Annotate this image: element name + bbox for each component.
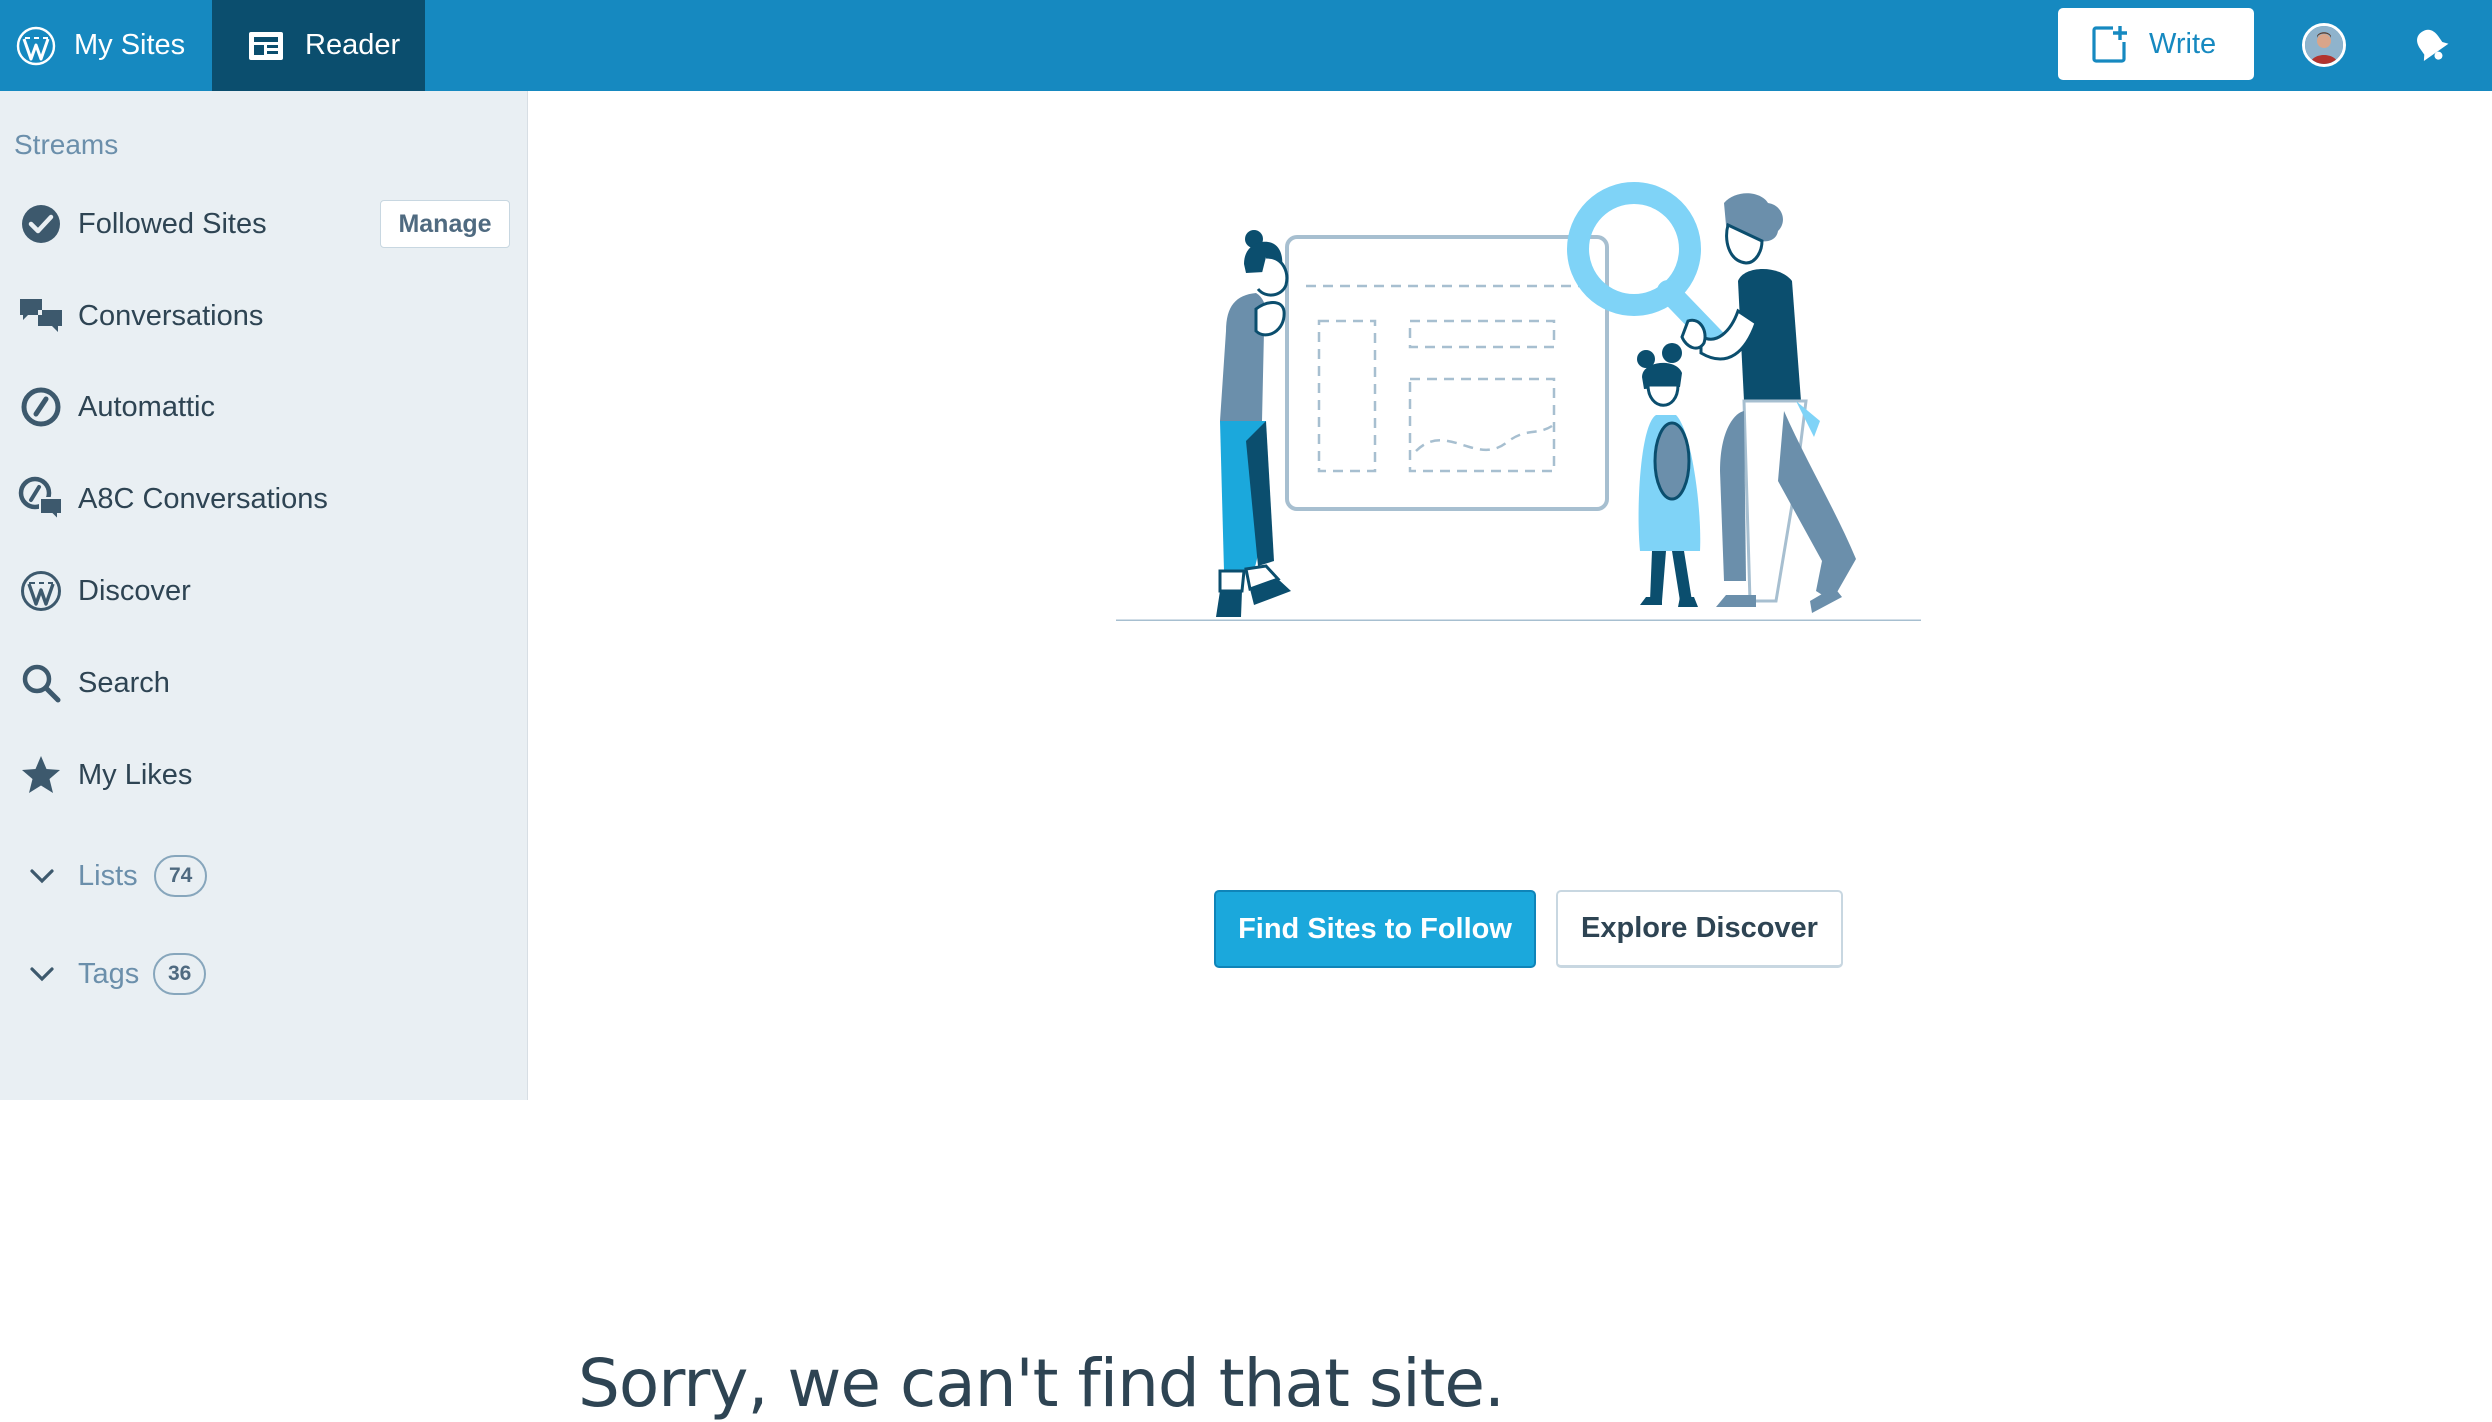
- manage-button[interactable]: Manage: [380, 200, 510, 248]
- find-sites-to-follow-button[interactable]: Find Sites to Follow: [1214, 890, 1536, 968]
- reader-icon: [249, 31, 283, 60]
- sidebar-item-label: Conversations: [78, 299, 264, 332]
- sidebar-item-my-likes[interactable]: My Likes: [0, 740, 528, 810]
- empty-state-illustration: [1116, 182, 1921, 621]
- sidebar-item-label: Discover: [78, 574, 191, 607]
- reader-button[interactable]: Reader: [212, 0, 425, 91]
- star-icon: [18, 752, 64, 798]
- sidebar-item-a8c-conversations[interactable]: A8C Conversations: [0, 464, 528, 534]
- tags-count-badge: 36: [153, 953, 207, 995]
- bell-icon[interactable]: [2410, 24, 2452, 66]
- sidebar: Streams Followed Sites Manage Conversati…: [0, 91, 528, 1100]
- chevron-down-icon: [30, 967, 54, 982]
- my-sites-label: My Sites: [74, 29, 186, 61]
- tags-label: Tags: [78, 957, 140, 990]
- wordpress-logo-icon: [16, 26, 56, 65]
- user-avatar[interactable]: [2302, 23, 2346, 67]
- a8c-chat-icon: [18, 476, 64, 522]
- sidebar-item-search[interactable]: Search: [0, 648, 528, 718]
- page-title: Sorry, we can't find that site.: [578, 1345, 1505, 1422]
- lists-count-badge: 74: [154, 855, 208, 897]
- masterbar: My Sites Reader Write: [0, 0, 2492, 91]
- sidebar-item-label: Automattic: [78, 390, 215, 423]
- automattic-logo-icon: [18, 384, 64, 430]
- add-post-icon: [2092, 26, 2127, 63]
- chevron-down-icon: [30, 869, 54, 884]
- sidebar-item-automattic[interactable]: Automattic: [0, 372, 528, 442]
- wordpress-logo-icon: [18, 568, 64, 614]
- lists-label: Lists: [78, 859, 138, 892]
- explore-discover-button[interactable]: Explore Discover: [1556, 890, 1843, 968]
- search-icon: [18, 660, 64, 706]
- my-sites-button[interactable]: My Sites: [0, 0, 212, 91]
- sidebar-item-discover[interactable]: Discover: [0, 556, 528, 626]
- main-content: Sorry, we can't find that site. Find Sit…: [528, 91, 2492, 1422]
- sidebar-item-conversations[interactable]: Conversations: [0, 281, 528, 351]
- sidebar-lists-toggle[interactable]: Lists 74: [0, 846, 528, 906]
- streams-heading: Streams: [14, 129, 119, 160]
- sidebar-item-label: A8C Conversations: [78, 482, 328, 515]
- write-button[interactable]: Write: [2058, 8, 2254, 80]
- chat-bubbles-icon: [18, 293, 64, 339]
- sidebar-item-label: Search: [78, 666, 170, 699]
- checkmark-circle-icon: [18, 201, 64, 247]
- reader-label: Reader: [305, 29, 401, 61]
- sidebar-item-label: Followed Sites: [78, 207, 267, 240]
- sidebar-tags-toggle[interactable]: Tags 36: [0, 944, 528, 1004]
- write-label: Write: [2149, 27, 2217, 60]
- sidebar-item-label: My Likes: [78, 758, 193, 791]
